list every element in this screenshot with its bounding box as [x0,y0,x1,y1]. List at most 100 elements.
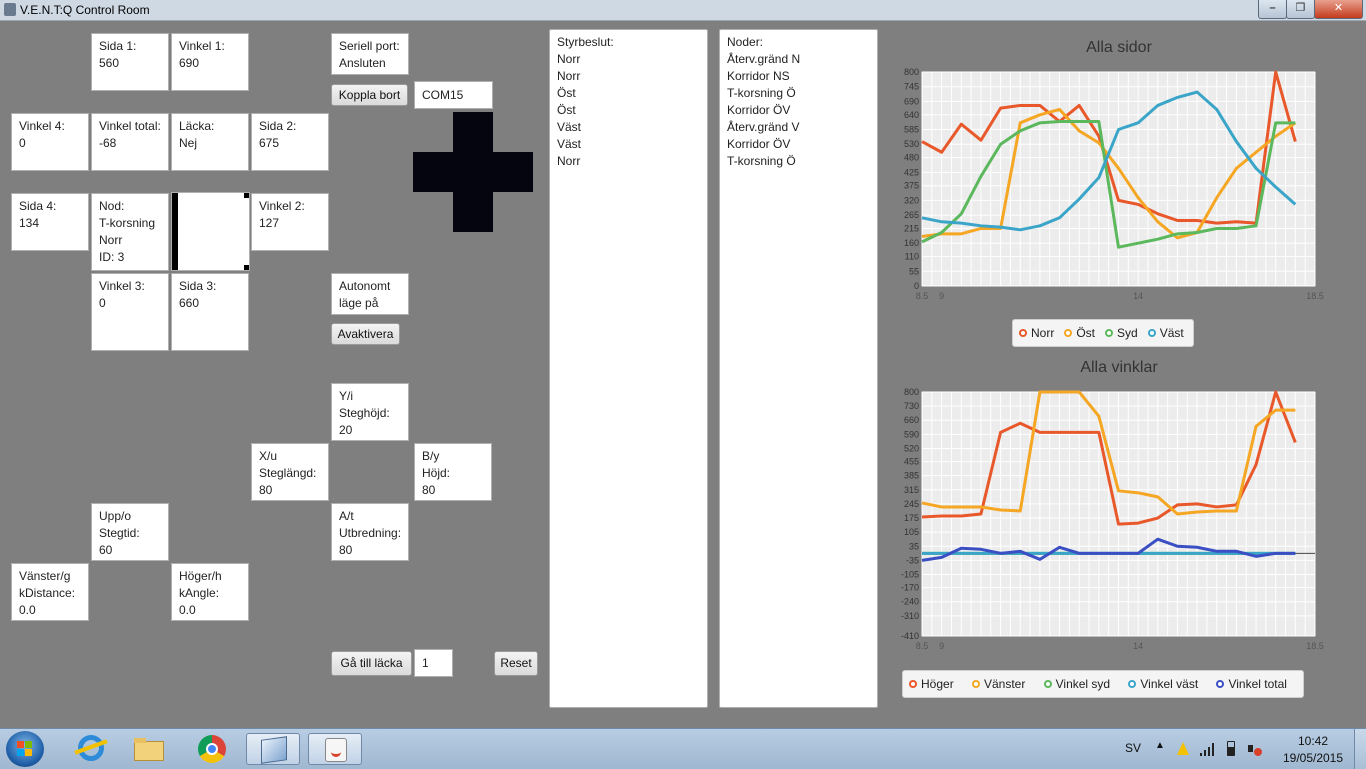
y-tick-label: 160 [904,238,919,248]
avaktivera-button[interactable]: Avaktivera [331,323,400,345]
legend-label: Väst [1159,326,1184,340]
sida3-cell: Sida 3: 660 [171,273,249,351]
y-tick-label: 660 [904,415,919,425]
sida4-cell: Sida 4: 134 [11,193,89,251]
legend-marker [1128,680,1137,688]
x-tick-label: 9 [939,641,944,651]
y-tick-label: 425 [904,167,919,177]
y-tick-label: 800 [904,67,919,77]
windows-logo-green [25,741,32,748]
cube-shape [261,736,287,764]
y-tick-label: 215 [904,223,919,233]
y-tick-label: 110 [905,252,919,262]
noder-list[interactable]: Noder: Återv.gränd N Korridor NS T-korsn… [719,29,878,708]
legend-marker [971,680,980,688]
list-item: Återv.gränd N [727,52,801,66]
window-title: V.E.N.T:Q Control Room [20,3,150,17]
tray-expand-icon[interactable]: ▲ [1155,740,1165,751]
corner-marker [244,265,249,270]
utbredning-cell: A/t Utbredning: 80 [331,503,409,561]
file-explorer-icon[interactable] [122,733,176,765]
clock-time[interactable]: 10:42 [1283,734,1343,748]
clock-date[interactable]: 19/05/2015 [1279,751,1347,765]
legend-label: Norr [1031,326,1055,340]
reset-button[interactable]: Reset [494,651,538,676]
wall-left-marker [172,193,178,270]
list-item: Norr [557,69,581,83]
legend-label: Syd [1117,326,1138,340]
y-tick-label: 265 [904,210,919,220]
folder-body [134,741,164,761]
leak-id-input[interactable]: 1 [414,649,453,677]
legend-label: Vinkel väst [1140,677,1199,691]
x-tick-label: 14 [1133,291,1143,301]
legend-label: Öst [1076,326,1096,340]
legend-item-vinkel-syd: Vinkel syd [1043,677,1110,691]
chart-title-vinklar: Alla vinklar [1080,359,1158,376]
x-tick-label: 18.5 [1306,291,1324,301]
close-button[interactable]: ✕ [1314,0,1363,19]
list-item: Väst [557,137,582,151]
x-tick-label: 8.5 [916,641,929,651]
legend-item-syd: Syd [1105,326,1138,340]
windows-logo-red [17,741,24,748]
stegtid-cell: Upp/o Stegtid: 60 [91,503,169,561]
y-tick-label: 35 [909,541,919,551]
y-tick-label: 745 [904,82,919,92]
language-indicator[interactable]: SV [1125,741,1141,755]
vinkel-total-cell: Vinkel total: -68 [91,113,169,171]
y-tick-label: 640 [904,110,919,120]
direction-cross-horizontal [413,152,533,192]
internet-explorer-icon[interactable] [64,733,118,765]
com-port-input[interactable]: COM15 [414,81,493,109]
y-tick-label: 590 [904,429,919,439]
x-tick-label: 14 [1133,641,1143,651]
sida1-cell: Sida 1: 560 [91,33,169,91]
list-item: Öst [557,103,576,117]
hojd-cell: B/y Höjd: 80 [414,443,492,501]
battery-icon[interactable] [1227,741,1235,756]
windows-logo-blue [17,749,24,756]
start-orb-icon[interactable] [6,731,44,767]
vinkel4-cell: Vinkel 4: 0 [11,113,89,171]
list-item: Norr [557,52,581,66]
vinkel3-cell: Vinkel 3: 0 [91,273,169,351]
action-center-icon[interactable] [1177,742,1189,755]
legend-item-hoger: Höger [909,677,954,691]
ga-till-lacka-button[interactable]: Gå till läcka [331,651,412,676]
y-tick-label: 800 [904,387,919,397]
legend-label: Vinkel total [1228,677,1287,691]
maximize-button[interactable]: ❐ [1286,0,1315,19]
vinkel2-cell: Vinkel 2: 127 [251,193,329,251]
x-tick-label: 18.5 [1306,641,1324,651]
legend-item-vast: Väst [1147,326,1184,340]
list-item: Korridor NS [727,69,790,83]
virtualbox-icon[interactable] [246,733,300,765]
y-tick-label: 585 [904,125,919,135]
legend-marker [1105,329,1114,337]
minimize-button[interactable]: – [1258,0,1287,19]
y-tick-label: 320 [904,195,919,205]
show-desktop-button[interactable] [1354,729,1366,769]
java-steam [331,744,341,757]
legend-vinklar: Höger Vänster Vinkel syd Vinkel väst Vin… [902,670,1304,698]
y-tick-label: -105 [901,569,919,579]
y-tick-label: 0 [914,281,919,291]
y-tick-label: 175 [904,513,919,523]
y-tick-label: -35 [906,555,919,565]
koppla-bort-button[interactable]: Koppla bort [331,84,408,106]
java-icon[interactable] [308,733,362,765]
network-signal-icon[interactable] [1200,742,1216,756]
autonomt-lage-status: Autonomt läge på [331,273,409,315]
y-tick-label: -240 [901,597,919,607]
legend-item-ost: Öst [1064,326,1095,340]
styrbeslut-list[interactable]: Styrbeslut: Norr Norr Öst Öst Väst Väst … [549,29,708,708]
chrome-icon[interactable] [184,733,238,765]
y-tick-label: 245 [904,499,919,509]
y-tick-label: 105 [904,527,919,537]
y-tick-label: 385 [904,471,919,481]
lacka-cell: Läcka: Nej [171,113,249,171]
sida2-cell: Sida 2: 675 [251,113,329,171]
volume-muted-icon[interactable] [1248,741,1262,756]
y-tick-label: 520 [904,443,919,453]
